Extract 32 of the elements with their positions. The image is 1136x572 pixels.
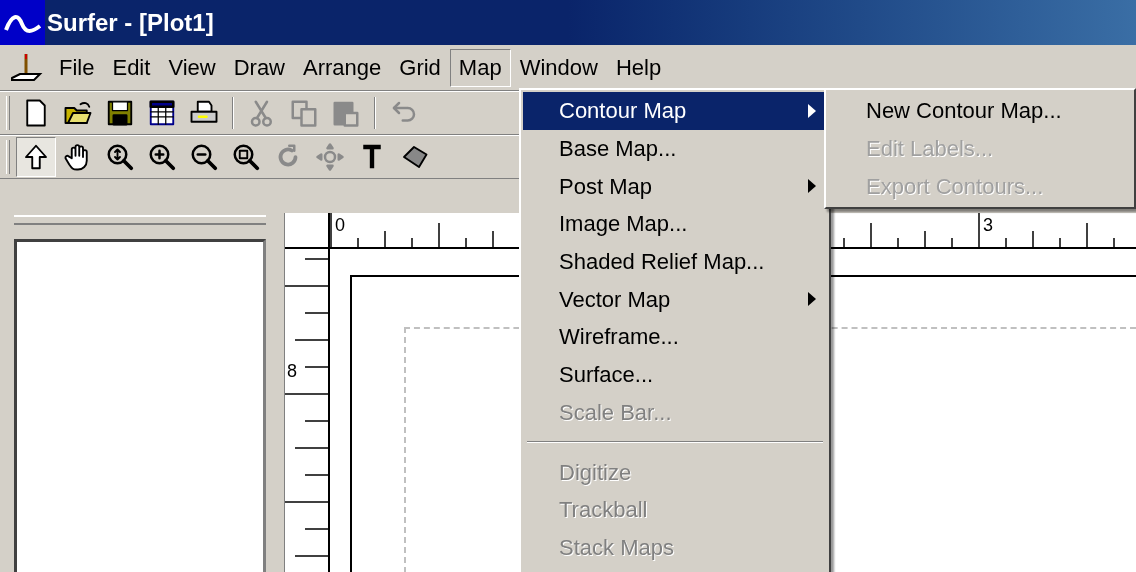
zoom-out-icon	[189, 142, 219, 172]
menu-item[interactable]: New Contour Map...	[828, 92, 1132, 130]
menu-item[interactable]: Wireframe...	[523, 318, 827, 356]
spreadsheet-icon	[147, 98, 177, 128]
zoom-icon	[231, 142, 261, 172]
menu-item[interactable]: Vector Map	[523, 280, 827, 319]
menu-item[interactable]: Window	[510, 48, 607, 87]
menu-item[interactable]: Map	[449, 48, 511, 87]
ruler-label: 0	[335, 215, 345, 235]
menu-item[interactable]: Shaded Relief Map...	[523, 242, 827, 281]
menu-item[interactable]: Surface...	[523, 355, 827, 394]
menu-item[interactable]: View	[159, 48, 225, 87]
toolbar-button[interactable]	[16, 137, 56, 177]
copy-icon	[289, 98, 319, 128]
zoom-in-icon	[147, 142, 177, 172]
menu-item[interactable]: Grid	[390, 48, 450, 87]
menu-item[interactable]: File	[50, 48, 104, 87]
menu-item[interactable]: Help	[606, 48, 671, 87]
menu-item[interactable]: Arrange	[294, 48, 391, 87]
menu-item[interactable]: Contour Map	[523, 92, 827, 130]
window-title: Surfer - [Plot1]	[47, 7, 214, 38]
zoom-icon	[105, 142, 135, 172]
move-icon	[315, 142, 345, 172]
menu-item[interactable]: Draw	[224, 48, 294, 87]
menu-item[interactable]: Image Map...	[523, 205, 827, 243]
menu-item[interactable]: Post Map	[523, 167, 827, 206]
wave-icon	[0, 0, 45, 45]
ruler-label: 3	[983, 215, 993, 235]
menu-item[interactable]: Edit	[103, 48, 160, 87]
panel-grip[interactable]	[14, 215, 266, 225]
ruler-label: 8	[287, 361, 297, 381]
menu-item[interactable]: Base Map...	[523, 129, 827, 168]
